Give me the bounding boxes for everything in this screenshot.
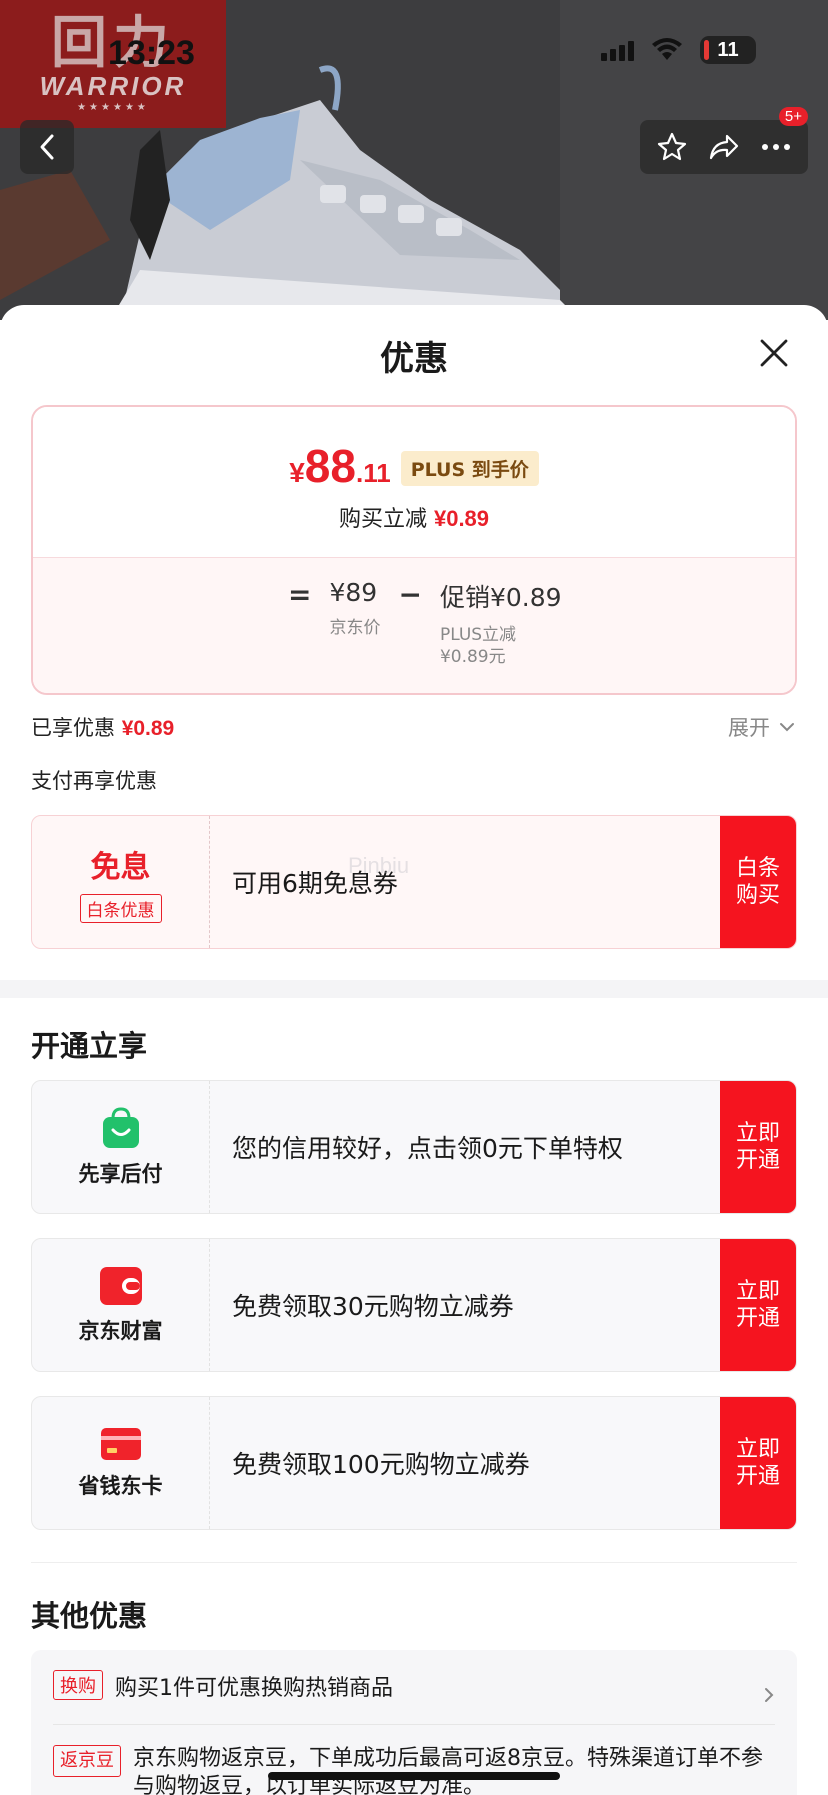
reduction-label: 购买立减 [338,507,427,532]
offer-left: 省钱东卡 [32,1397,210,1529]
price-summary: ¥88.11 PLUS 到手价 购买立减 ¥0.89 [33,407,795,557]
activate-button[interactable]: 立即 开通 [720,1239,796,1371]
favorite-button[interactable] [652,127,692,167]
instant-reduction: 购买立减 ¥0.89 [33,501,795,533]
section-divider [0,980,828,998]
promo-amount: 促销¥0.89 [439,583,562,612]
open-offer-card: 先享后付 您的信用较好，点击领0元下单特权 立即 开通 [31,1080,797,1214]
promo-detail-1: PLUS立减 [439,625,517,645]
price-calculation: = ¥89 京东价 − 促销¥0.89 PLUS立减 ¥0.89元 [288,578,562,668]
offer-text: 免费领取100元购物立减券 [232,1450,530,1479]
battery-level: 11 [717,38,739,61]
chevron-down-icon [780,723,794,732]
star-icon [657,132,687,161]
button-line-2: 开通 [735,1306,780,1331]
battery-icon: 11 [700,36,756,64]
currency-symbol: ¥ [289,457,305,488]
jingdou-text: 京东购物返京豆，下单成功后最高可返8京豆。特殊渠道订单不参与购物返豆，以订单实际… [133,1746,763,1795]
expand-label: 展开 [728,716,770,740]
cellular-signal-icon [601,39,634,61]
section-separator [31,1562,797,1563]
button-line-1: 立即 [735,1437,780,1462]
offer-left: 免息 白条优惠 [32,816,210,948]
row-divider [53,1724,775,1725]
open-section-title: 开通立享 [31,1029,148,1063]
offer-text: 可用6期免息券 [232,869,398,898]
jingdou-offer-row: 返京豆 京东购物返京豆，下单成功后最高可返8京豆。特殊渠道订单不参与购物返豆，以… [53,1745,775,1795]
price-integer: 88 [304,440,356,492]
activate-button[interactable]: 立即 开通 [720,1081,796,1213]
more-icon [762,144,790,150]
discount-sheet: 优惠 ¥88.11 PLUS 到手价 购买立减 ¥0.89 = ¥89 京东价 [0,305,828,1795]
button-line-2: 开通 [735,1464,780,1489]
top-actions: 5+ [640,107,808,174]
offer-name: 先享后付 [78,1162,163,1186]
sheet-title: 优惠 [380,339,448,379]
minus-sign: − [398,578,422,611]
product-image: 回力 WARRIOR ★★★★★★ 13:23 11 5+ [0,0,828,320]
offer-left: 先享后付 [32,1081,210,1213]
open-offer-card: 京东财富 免费领取30元购物立减券 立即 开通 [31,1238,797,1372]
watermark: Pinbiu [348,853,410,878]
button-line-1: 立即 [735,1279,780,1304]
status-time: 13:23 [108,34,195,72]
price-card: ¥88.11 PLUS 到手价 购买立减 ¥0.89 = ¥89 京东价 − 促… [31,405,797,695]
wallet-icon [99,1267,142,1305]
offer-text: 免费领取30元购物立减券 [232,1292,514,1321]
plus-price-tag: PLUS 到手价 [400,451,539,486]
offer-name: 省钱东卡 [78,1474,163,1498]
other-section-title: 其他优惠 [31,1599,148,1633]
jingdou-tag: 返京豆 [53,1745,121,1777]
baitiao-tag: 白条优惠 [79,893,162,923]
back-button[interactable] [20,120,74,174]
open-offer-card: 省钱东卡 免费领取100元购物立减券 立即 开通 [31,1396,797,1530]
card-icon [100,1428,141,1460]
shopping-bag-icon [102,1107,139,1148]
activate-button[interactable]: 立即 开通 [720,1397,796,1529]
chevron-right-icon[interactable] [763,1686,775,1704]
more-button[interactable]: 5+ [756,107,808,167]
expand-button[interactable]: 展开 [728,712,796,742]
button-line-1: 立即 [735,1121,780,1146]
equals-sign: = [288,578,312,611]
wifi-icon [652,38,682,60]
final-price: ¥88.11 [289,439,390,493]
button-line-1: 白条 [735,856,780,881]
enjoyed-discount: 已享优惠 ¥0.89 [31,712,174,742]
offer-name: 京东财富 [78,1319,163,1343]
offer-text: 您的信用较好，点击领0元下单特权 [232,1134,623,1163]
price-decimal: .11 [355,458,391,488]
share-button[interactable] [704,127,744,167]
price-formula: = ¥89 京东价 − 促销¥0.89 PLUS立减 ¥0.89元 [33,557,795,693]
jd-price-label: 京东价 [329,618,381,638]
logo-text: WARRIOR [39,71,187,101]
enjoyed-value: ¥0.89 [121,717,175,740]
home-indicator[interactable] [268,1772,560,1780]
interest-free-title: 免息 [90,849,151,885]
jd-price: ¥89 [329,578,378,607]
chevron-left-icon [40,134,54,160]
exchange-tag: 换购 [53,1670,103,1700]
final-price-row: ¥88.11 PLUS 到手价 [33,439,795,493]
enjoyed-label: 已享优惠 [31,716,115,740]
promo-detail-2: ¥0.89元 [439,647,506,667]
reduction-value: ¥0.89 [433,506,490,531]
pay-more-label: 支付再享优惠 [31,769,157,793]
logo-stars: ★★★★★★ [77,102,149,113]
share-icon [709,134,739,160]
baitiao-offer-card: 免息 白条优惠 可用6期免息券 白条 购买 [31,815,797,949]
exchange-offer-row[interactable]: 换购 购买1件可优惠换购热销商品 [53,1670,775,1702]
button-line-2: 购买 [735,883,780,908]
baitiao-buy-button[interactable]: 白条 购买 [720,816,796,948]
message-badge: 5+ [778,107,808,126]
offer-left: 京东财富 [32,1239,210,1371]
button-line-2: 开通 [735,1148,780,1173]
status-icons: 11 [601,36,756,64]
exchange-text: 购买1件可优惠换购热销商品 [115,1676,393,1701]
close-icon[interactable] [756,335,792,371]
